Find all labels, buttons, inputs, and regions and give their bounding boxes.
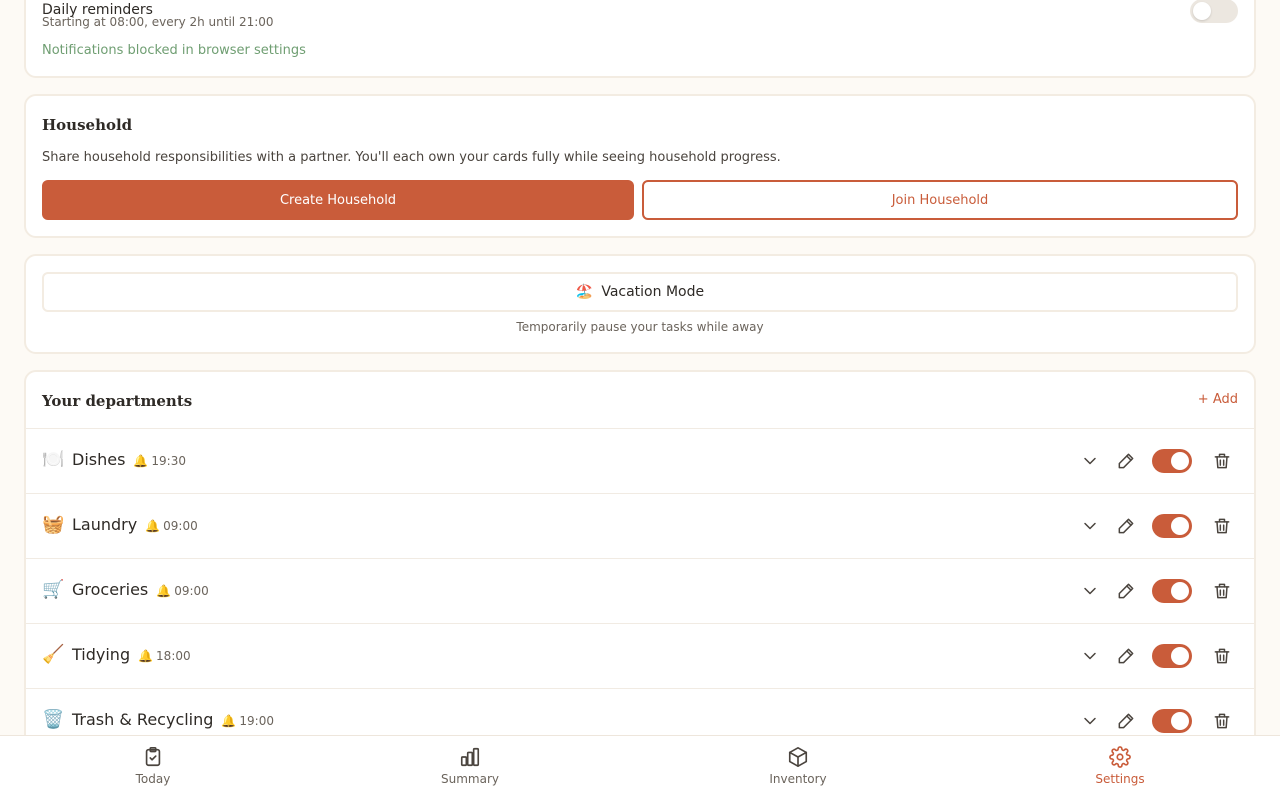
- join-household-button[interactable]: Join Household: [642, 180, 1238, 220]
- nav-summary[interactable]: Summary: [410, 746, 530, 786]
- department-reminder-time: 09:00: [163, 519, 198, 533]
- vacation-mode-label: Vacation Mode: [601, 284, 705, 300]
- department-name-text: Tidying: [72, 645, 131, 664]
- department-reminder-time: 19:30: [151, 454, 186, 468]
- pencil-icon[interactable]: [1116, 581, 1136, 601]
- trash-icon[interactable]: [1212, 516, 1232, 536]
- bell-icon: 🔔: [133, 454, 149, 468]
- department-name-text: Groceries: [72, 580, 149, 599]
- department-row: 🛒 Groceries 🔔 09:00: [26, 559, 1254, 624]
- department-toggle[interactable]: [1152, 709, 1192, 733]
- bottom-nav: Today Summary Inventory Settings: [0, 735, 1280, 800]
- department-reminder-time: 19:00: [239, 714, 274, 728]
- beach-umbrella-icon: 🏖️: [575, 284, 594, 300]
- departments-card: Your departments + Add 🍽️ Dishes 🔔 19:30 🧺 La…: [24, 370, 1256, 790]
- department-toggle[interactable]: [1152, 449, 1192, 473]
- nav-inventory[interactable]: Inventory: [738, 746, 858, 786]
- nav-settings-label: Settings: [1095, 772, 1145, 786]
- department-row: 🍽️ Dishes 🔔 19:30: [26, 429, 1254, 494]
- daily-reminders-toggle[interactable]: [1190, 0, 1238, 23]
- nav-today-label: Today: [135, 772, 171, 786]
- household-description: Share household responsibilities with a …: [42, 150, 781, 165]
- toggle-knob: [1171, 647, 1189, 665]
- pencil-icon[interactable]: [1116, 451, 1136, 471]
- notifications-blocked-message: Notifications blocked in browser setting…: [42, 43, 306, 58]
- department-name-text: Laundry: [72, 515, 138, 534]
- department-name-text: Dishes: [72, 450, 126, 469]
- nav-today[interactable]: Today: [93, 746, 213, 786]
- department-emoji-icon: 🧹: [42, 644, 65, 665]
- trash-icon[interactable]: [1212, 451, 1232, 471]
- department-emoji-icon: 🛒: [42, 579, 65, 600]
- pencil-icon[interactable]: [1116, 646, 1136, 666]
- department-toggle[interactable]: [1152, 514, 1192, 538]
- box-icon: [788, 747, 808, 767]
- department-name: Trash & Recycling 🔔 19:00: [72, 710, 274, 729]
- trash-icon[interactable]: [1212, 711, 1232, 731]
- pencil-icon[interactable]: [1116, 711, 1136, 731]
- chevron-down-icon[interactable]: [1080, 581, 1100, 601]
- vacation-card: 🏖️ Vacation Mode Temporarily pause your …: [24, 254, 1256, 354]
- add-department-button[interactable]: + Add: [1198, 392, 1238, 407]
- chevron-down-icon[interactable]: [1080, 451, 1100, 471]
- toggle-knob: [1171, 517, 1189, 535]
- toggle-knob: [1171, 582, 1189, 600]
- bell-icon: 🔔: [221, 714, 237, 728]
- department-name: Groceries 🔔 09:00: [72, 580, 209, 599]
- bar-chart-icon: [460, 747, 480, 767]
- vacation-mode-description: Temporarily pause your tasks while away: [516, 320, 764, 334]
- department-row: 🧹 Tidying 🔔 18:00: [26, 624, 1254, 689]
- toggle-knob: [1171, 452, 1189, 470]
- department-row: 🧺 Laundry 🔔 09:00: [26, 494, 1254, 559]
- department-toggle[interactable]: [1152, 579, 1192, 603]
- gear-icon: [1109, 746, 1131, 768]
- department-name: Dishes 🔔 19:30: [72, 450, 186, 469]
- daily-reminders-schedule: Starting at 08:00, every 2h until 21:00: [42, 15, 274, 29]
- department-name: Laundry 🔔 09:00: [72, 515, 198, 534]
- department-emoji-icon: 🗑️: [42, 709, 65, 730]
- bell-icon: 🔔: [138, 649, 154, 663]
- vacation-mode-button[interactable]: 🏖️ Vacation Mode: [42, 272, 1238, 312]
- pencil-icon[interactable]: [1116, 516, 1136, 536]
- chevron-down-icon[interactable]: [1080, 646, 1100, 666]
- departments-header: Your departments + Add: [26, 372, 1254, 429]
- departments-title: Your departments: [42, 392, 193, 410]
- household-card: Household Share household responsibiliti…: [24, 94, 1256, 238]
- create-household-button[interactable]: Create Household: [42, 180, 634, 220]
- trash-icon[interactable]: [1212, 646, 1232, 666]
- nav-summary-label: Summary: [441, 772, 499, 786]
- chevron-down-icon[interactable]: [1080, 516, 1100, 536]
- nav-settings[interactable]: Settings: [1060, 746, 1180, 786]
- notifications-card: Daily reminders Starting at 08:00, every…: [24, 0, 1256, 78]
- department-reminder-time: 09:00: [174, 584, 209, 598]
- department-emoji-icon: 🧺: [42, 514, 65, 535]
- bell-icon: 🔔: [156, 584, 172, 598]
- bell-icon: 🔔: [145, 519, 161, 533]
- trash-icon[interactable]: [1212, 581, 1232, 601]
- department-emoji-icon: 🍽️: [42, 449, 65, 470]
- department-reminder-time: 18:00: [156, 649, 191, 663]
- department-toggle[interactable]: [1152, 644, 1192, 668]
- chevron-down-icon[interactable]: [1080, 711, 1100, 731]
- department-name: Tidying 🔔 18:00: [72, 645, 191, 664]
- toggle-knob: [1193, 2, 1211, 20]
- clipboard-check-icon: [145, 747, 161, 767]
- nav-inventory-label: Inventory: [769, 772, 827, 786]
- toggle-knob: [1171, 712, 1189, 730]
- department-name-text: Trash & Recycling: [72, 710, 214, 729]
- household-title: Household: [42, 116, 133, 134]
